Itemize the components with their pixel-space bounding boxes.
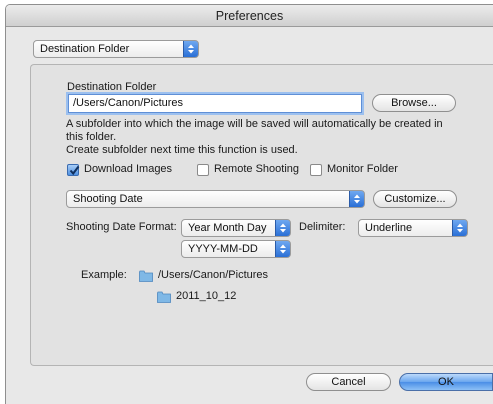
cancel-button[interactable]: Cancel [306,373,391,391]
ok-button[interactable]: OK [399,373,493,391]
chevron-updown-icon [275,220,290,236]
delimiter-label: Delimiter: [299,221,346,233]
browse-button[interactable]: Browse... [372,94,456,112]
download-images-label[interactable]: Download Images [84,163,172,175]
settings-panel: Destination Folder /Users/Canon/Pictures… [30,64,493,366]
remote-shooting-label[interactable]: Remote Shooting [214,163,299,175]
folder-icon [139,270,153,282]
date-pattern-value: YYYY-MM-DD [188,243,258,255]
delimiter-value: Underline [365,222,413,234]
remote-shooting-checkbox[interactable] [197,164,209,176]
example-subfolder-name: 2011_10_12 [176,290,237,302]
description-line-3: Create subfolder next time this function… [66,144,298,156]
chevron-updown-icon [183,41,198,57]
category-popup-value: Destination Folder [40,43,130,55]
folder-icon [157,291,171,303]
subfolder-type-value: Shooting Date [73,193,143,205]
window-title: Preferences [6,5,493,27]
example-folder-path: /Users/Canon/Pictures [158,269,269,281]
monitor-folder-checkbox[interactable] [310,164,322,176]
date-order-value: Year Month Day [188,222,267,234]
subfolder-type-popup[interactable]: Shooting Date [66,190,365,208]
chevron-updown-icon [452,220,467,236]
description-line-1: A subfolder into which the image will be… [66,118,443,130]
monitor-folder-label[interactable]: Monitor Folder [327,163,398,175]
destination-path-field[interactable]: /Users/Canon/Pictures [68,94,362,113]
checkmark-icon [69,165,80,176]
customize-button[interactable]: Customize... [373,190,457,208]
example-label: Example: [81,269,127,281]
download-images-checkbox[interactable] [67,164,80,176]
description-line-2: this folder. [66,131,117,143]
destination-folder-label: Destination Folder [67,81,157,93]
chevron-updown-icon [275,241,290,257]
category-popup[interactable]: Destination Folder [33,40,199,58]
date-order-popup[interactable]: Year Month Day [181,219,291,237]
date-format-label: Shooting Date Format: [66,221,177,233]
date-pattern-popup[interactable]: YYYY-MM-DD [181,240,291,258]
chevron-updown-icon [349,191,364,207]
delimiter-popup[interactable]: Underline [358,219,468,237]
